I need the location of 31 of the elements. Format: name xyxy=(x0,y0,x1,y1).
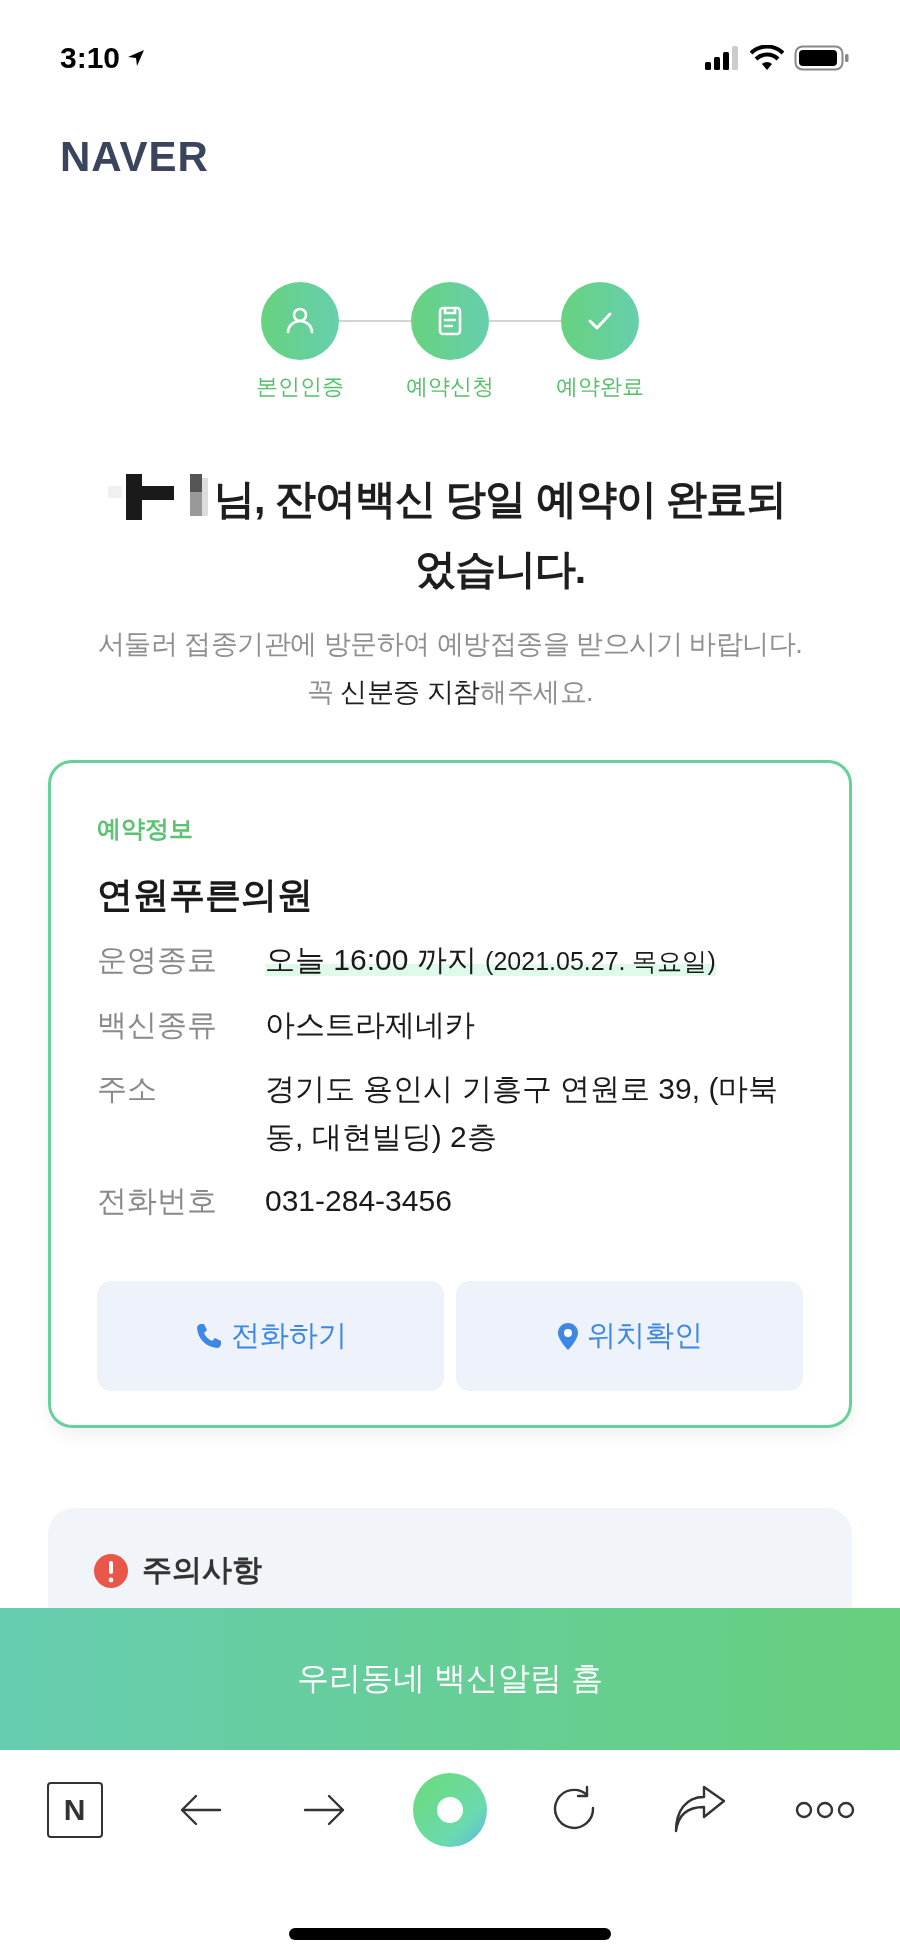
date-note: (2021.05.27. 목요일) xyxy=(485,947,716,975)
info-label: 주소 xyxy=(97,1071,158,1107)
info-label: 백신종류 xyxy=(97,1007,218,1043)
more-icon[interactable] xyxy=(795,1799,856,1821)
vaccine-home-button[interactable]: 우리동네 백신알림 홈 xyxy=(0,1608,900,1750)
location-arrow-icon xyxy=(126,48,147,68)
signal-icon xyxy=(704,46,740,70)
info-value: 031-284-3456 xyxy=(265,1184,452,1217)
headline: 님, 잔여백신 당일 예약이 완료되었습니다. xyxy=(213,475,787,594)
wifi-icon xyxy=(750,45,784,71)
caution-title: 주의사항 xyxy=(142,1552,262,1588)
battery-icon xyxy=(794,45,850,71)
location-pin-icon xyxy=(556,1321,579,1351)
notice-text: 서둘러 접종기관에 방문하여 예방접종을 받으시기 바랍니다. 꼭 신분증 지참해주세요. xyxy=(96,628,804,709)
info-label: 전화번호 xyxy=(97,1183,218,1219)
call-button[interactable]: 전화하기 xyxy=(97,1281,444,1391)
info-value: 경기도 용인시 기흥구 연원로 39, (마북동, 대현빌딩) 2층 xyxy=(265,1072,779,1153)
info-label: 운영종료 xyxy=(97,942,218,978)
info-value: 오늘 16:00 까지 xyxy=(265,943,477,976)
phone-icon xyxy=(194,1321,223,1351)
naver-logo: NAVER xyxy=(60,136,209,178)
location-button[interactable]: 위치확인 xyxy=(456,1281,803,1391)
step-label: 예약완료 xyxy=(556,373,644,401)
info-value: 아스트라제네카 xyxy=(265,1008,475,1041)
clock-time: 3:10 xyxy=(60,41,121,75)
naver-home-button[interactable]: N xyxy=(46,1782,103,1838)
step-label: 본인인증 xyxy=(256,373,344,401)
section-title: 예약정보 xyxy=(97,814,193,844)
clinic-name: 연원푸른의원 xyxy=(97,873,313,917)
step-label: 예약신청 xyxy=(406,373,494,401)
warning-icon xyxy=(94,1553,128,1588)
